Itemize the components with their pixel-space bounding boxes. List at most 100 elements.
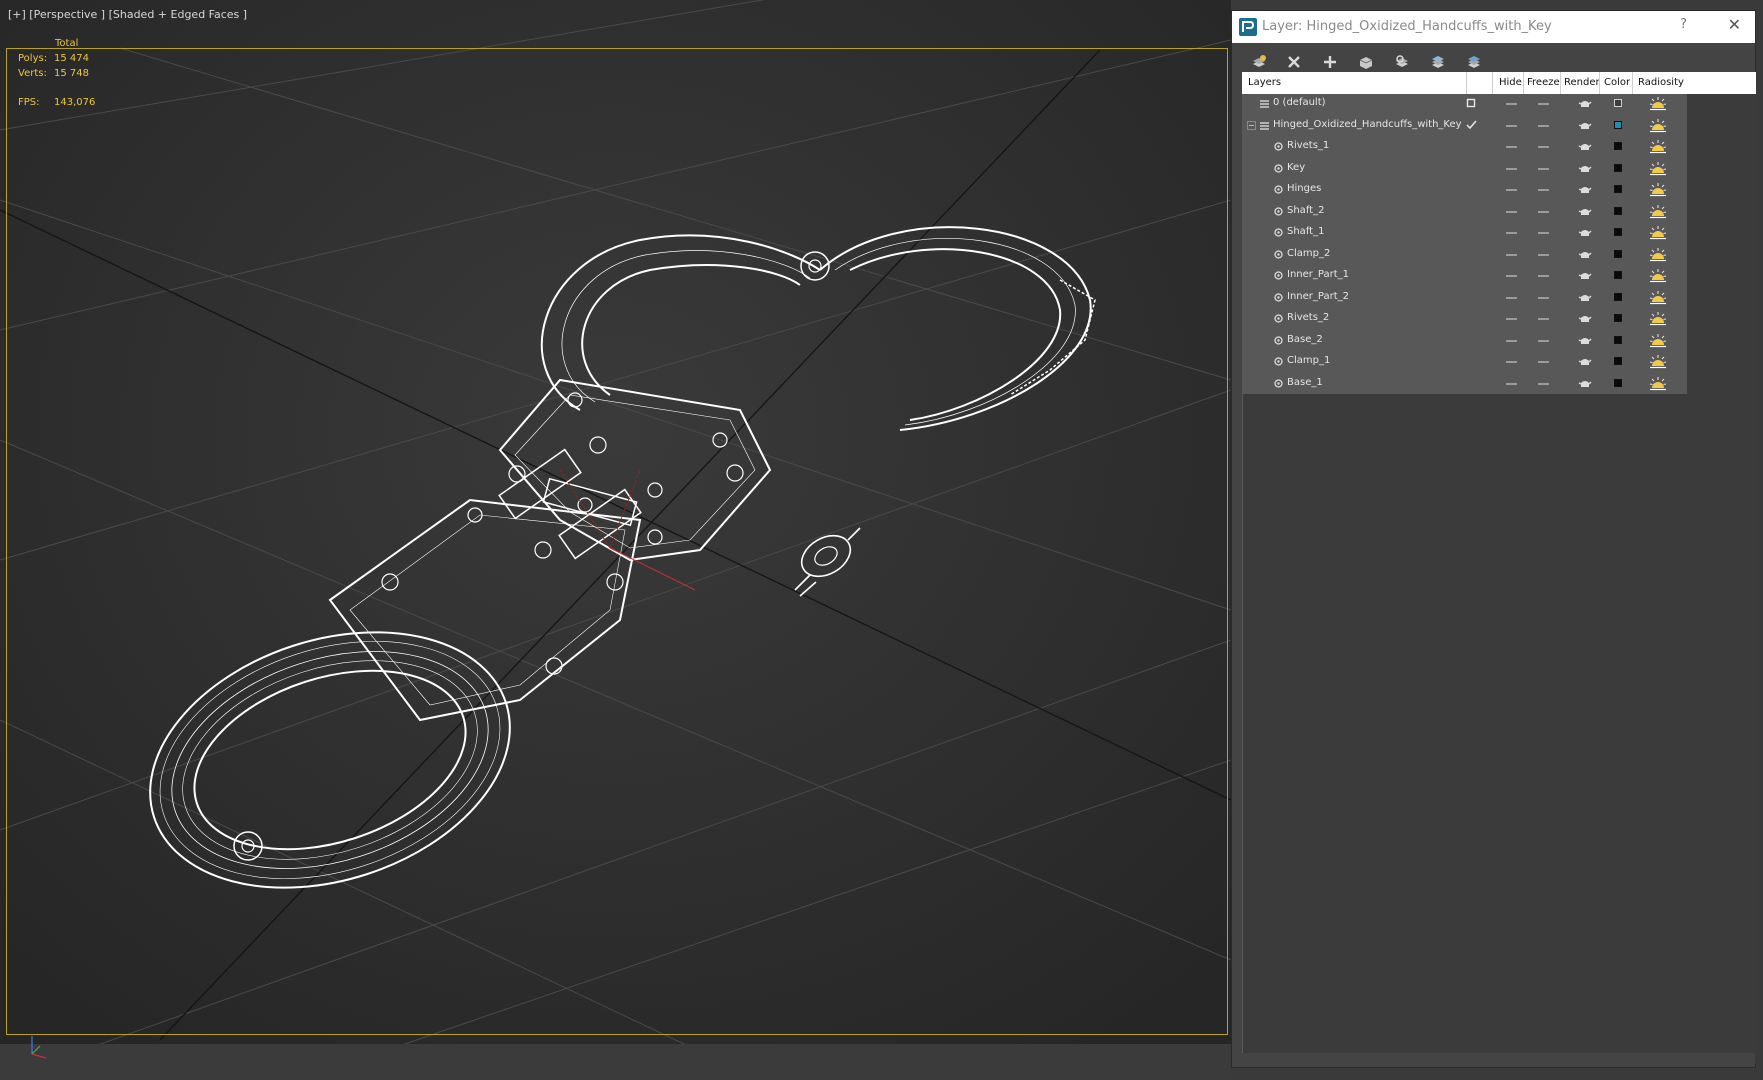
freeze-all-layers-button[interactable] bbox=[1463, 51, 1485, 73]
perspective-viewport[interactable]: [+] [Perspective ] [Shaded + Edged Faces… bbox=[0, 0, 1231, 1080]
layer-row[interactable]: Clamp_1 bbox=[1243, 352, 1687, 374]
hide-toggle[interactable] bbox=[1506, 361, 1517, 363]
viewport-label-menu[interactable]: [+] [Perspective ] [Shaded + Edged Faces… bbox=[8, 8, 247, 21]
collapse-icon[interactable] bbox=[1247, 120, 1256, 130]
layer-name[interactable]: Hinged_Oxidized_Handcuffs_with_Key bbox=[1273, 119, 1462, 130]
hide-all-layers-button[interactable] bbox=[1427, 51, 1449, 73]
column-radiosity[interactable]: Radiosity bbox=[1638, 77, 1684, 88]
layer-row[interactable]: Inner_Part_2 bbox=[1243, 288, 1687, 310]
layer-color-swatch[interactable] bbox=[1614, 335, 1622, 344]
layer-row[interactable]: Rivets_2 bbox=[1243, 309, 1687, 331]
close-button[interactable]: ✕ bbox=[1728, 15, 1741, 34]
layer-name[interactable]: Clamp_2 bbox=[1287, 248, 1330, 259]
column-freeze[interactable]: Freeze bbox=[1527, 77, 1560, 88]
render-teapot-icon[interactable] bbox=[1578, 335, 1592, 347]
radiosity-sun-icon[interactable] bbox=[1649, 224, 1667, 242]
column-layers[interactable]: Layers bbox=[1248, 77, 1281, 88]
hide-toggle[interactable] bbox=[1506, 275, 1517, 277]
column-render[interactable]: Render bbox=[1564, 77, 1600, 88]
freeze-toggle[interactable] bbox=[1538, 210, 1549, 213]
layer-name[interactable]: Inner_Part_2 bbox=[1287, 291, 1349, 302]
render-teapot-icon[interactable] bbox=[1578, 356, 1592, 368]
hide-toggle[interactable] bbox=[1506, 146, 1517, 148]
set-active-layer-icon[interactable] bbox=[1465, 97, 1477, 109]
render-teapot-icon[interactable] bbox=[1578, 141, 1592, 153]
layer-row[interactable]: Rivets_1 bbox=[1243, 137, 1687, 159]
create-new-layer-button[interactable] bbox=[1248, 51, 1270, 73]
select-objects-button[interactable] bbox=[1355, 51, 1377, 73]
layer-color-swatch[interactable] bbox=[1614, 292, 1622, 301]
layer-row[interactable]: Shaft_2 bbox=[1243, 202, 1687, 224]
highlight-selected-button[interactable] bbox=[1391, 51, 1413, 73]
radiosity-sun-icon[interactable] bbox=[1649, 246, 1667, 264]
render-teapot-icon[interactable] bbox=[1578, 270, 1592, 282]
layer-explorer-dialog[interactable]: Layer: Hinged_Oxidized_Handcuffs_with_Ke… bbox=[1231, 10, 1756, 1068]
delete-layer-button[interactable] bbox=[1283, 51, 1305, 73]
render-teapot-icon[interactable] bbox=[1578, 292, 1592, 304]
layer-tree-list[interactable]: 0 (default) Hinged_Oxidized_Handcuffs_wit… bbox=[1242, 94, 1756, 1064]
active-layer-check-icon[interactable] bbox=[1465, 119, 1477, 131]
layer-name[interactable]: Rivets_1 bbox=[1287, 140, 1329, 151]
layer-color-swatch[interactable] bbox=[1614, 271, 1622, 279]
layer-color-swatch[interactable] bbox=[1614, 228, 1622, 236]
hide-toggle[interactable] bbox=[1506, 232, 1517, 234]
radiosity-sun-icon[interactable] bbox=[1649, 117, 1667, 135]
layer-row[interactable]: Base_2 bbox=[1243, 331, 1687, 353]
freeze-toggle[interactable] bbox=[1538, 361, 1549, 363]
render-teapot-icon[interactable] bbox=[1578, 120, 1592, 132]
layer-name[interactable]: Hinges bbox=[1287, 183, 1321, 194]
layer-color-swatch[interactable] bbox=[1614, 163, 1622, 172]
radiosity-sun-icon[interactable] bbox=[1649, 310, 1667, 328]
render-teapot-icon[interactable] bbox=[1578, 249, 1592, 261]
hide-toggle[interactable] bbox=[1506, 189, 1517, 191]
radiosity-sun-icon[interactable] bbox=[1649, 353, 1667, 371]
radiosity-sun-icon[interactable] bbox=[1649, 95, 1667, 113]
layer-name[interactable]: Key bbox=[1287, 162, 1305, 173]
freeze-toggle[interactable] bbox=[1538, 189, 1549, 191]
render-teapot-icon[interactable] bbox=[1578, 378, 1592, 390]
column-color[interactable]: Color bbox=[1604, 77, 1630, 88]
layer-color-swatch[interactable] bbox=[1614, 206, 1622, 215]
hide-toggle[interactable] bbox=[1506, 318, 1517, 320]
radiosity-sun-icon[interactable] bbox=[1649, 138, 1667, 156]
render-teapot-icon[interactable] bbox=[1578, 98, 1592, 110]
freeze-toggle[interactable] bbox=[1538, 318, 1549, 320]
layer-color-swatch[interactable] bbox=[1614, 120, 1622, 129]
layer-name[interactable]: Rivets_2 bbox=[1287, 312, 1329, 323]
radiosity-sun-icon[interactable] bbox=[1649, 181, 1667, 199]
layer-name[interactable]: Base_2 bbox=[1287, 334, 1323, 345]
layer-row[interactable]: Base_1 bbox=[1243, 374, 1687, 396]
radiosity-sun-icon[interactable] bbox=[1649, 375, 1667, 393]
freeze-toggle[interactable] bbox=[1538, 382, 1549, 385]
layer-color-swatch[interactable] bbox=[1614, 142, 1622, 150]
hide-toggle[interactable] bbox=[1506, 339, 1517, 342]
layer-row[interactable]: Hinged_Oxidized_Handcuffs_with_Key bbox=[1243, 116, 1687, 138]
layer-row[interactable]: Inner_Part_1 bbox=[1243, 266, 1687, 288]
layer-name[interactable]: Base_1 bbox=[1287, 377, 1323, 388]
radiosity-sun-icon[interactable] bbox=[1649, 332, 1667, 350]
freeze-toggle[interactable] bbox=[1538, 275, 1549, 277]
layer-name[interactable]: Clamp_1 bbox=[1287, 355, 1330, 366]
dialog-title-bar[interactable]: Layer: Hinged_Oxidized_Handcuffs_with_Ke… bbox=[1232, 11, 1755, 43]
freeze-toggle[interactable] bbox=[1538, 253, 1549, 256]
layer-row[interactable]: Hinges bbox=[1243, 180, 1687, 202]
freeze-toggle[interactable] bbox=[1538, 339, 1549, 342]
layer-name[interactable]: Shaft_1 bbox=[1287, 226, 1324, 237]
layer-row[interactable]: Shaft_1 bbox=[1243, 223, 1687, 245]
freeze-toggle[interactable] bbox=[1538, 146, 1549, 148]
layer-color-swatch[interactable] bbox=[1614, 185, 1622, 193]
layer-name[interactable]: Inner_Part_1 bbox=[1287, 269, 1349, 280]
freeze-toggle[interactable] bbox=[1538, 232, 1549, 234]
layer-color-swatch[interactable] bbox=[1614, 378, 1622, 387]
layer-row[interactable]: Key bbox=[1243, 159, 1687, 181]
freeze-toggle[interactable] bbox=[1538, 124, 1549, 127]
render-teapot-icon[interactable] bbox=[1578, 163, 1592, 175]
hide-toggle[interactable] bbox=[1506, 124, 1517, 127]
hide-toggle[interactable] bbox=[1506, 382, 1517, 385]
add-to-layer-button[interactable] bbox=[1319, 51, 1341, 73]
render-teapot-icon[interactable] bbox=[1578, 313, 1592, 325]
radiosity-sun-icon[interactable] bbox=[1649, 203, 1667, 221]
hide-toggle[interactable] bbox=[1506, 296, 1517, 299]
help-button[interactable]: ? bbox=[1680, 17, 1687, 32]
layer-color-swatch[interactable] bbox=[1614, 99, 1622, 107]
